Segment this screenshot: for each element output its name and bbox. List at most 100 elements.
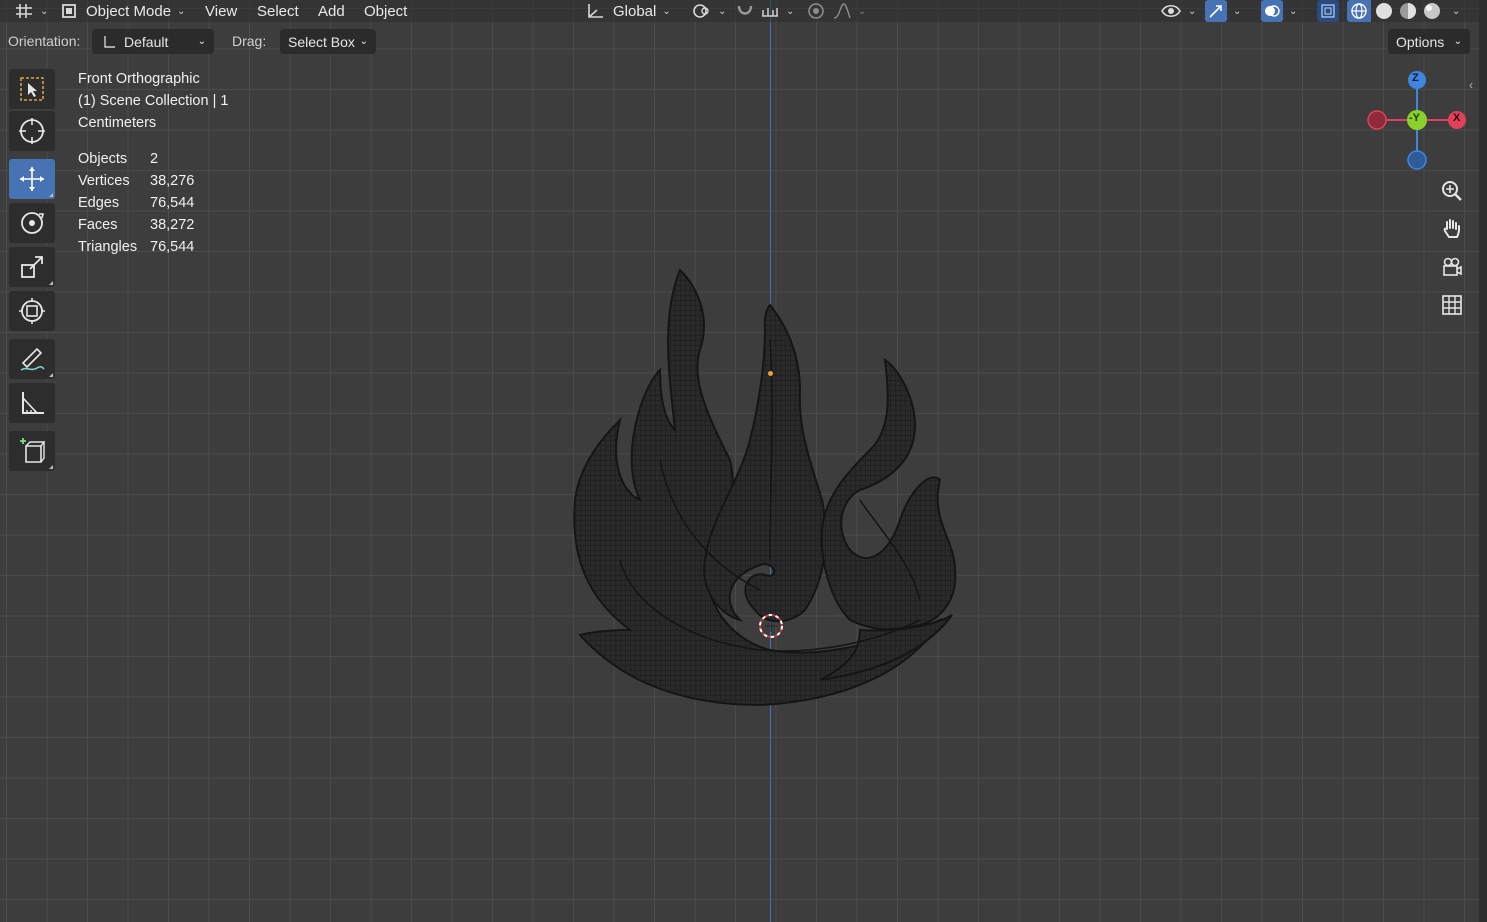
visibility-dropdown[interactable]: ⌄ [1160, 0, 1196, 22]
move-icon [20, 167, 44, 191]
flame-mesh-object[interactable] [560, 260, 970, 720]
wireframe-icon [1351, 3, 1367, 19]
navigation-buttons [1436, 175, 1468, 327]
menu-select[interactable]: Select [257, 0, 299, 22]
gizmo-y-label: -Y [1409, 112, 1420, 124]
overlay-icon [1265, 5, 1280, 17]
navigation-gizmo[interactable]: Z X -Y [1363, 68, 1473, 172]
transform-icon [19, 298, 45, 324]
pivot-icon [693, 4, 709, 18]
stat-label: Triangles [78, 239, 138, 255]
collection-label: (1) Scene Collection | 1 [78, 93, 229, 109]
mode-label: Object Mode [86, 2, 172, 20]
sidebar-edge [1479, 0, 1487, 922]
stat-row: Edges 76,544 [78, 192, 194, 214]
zoom-button[interactable] [1436, 175, 1468, 207]
stat-label: Edges [78, 195, 120, 211]
toolbar [7, 67, 57, 473]
options-label: Options [1396, 33, 1445, 50]
stat-label: Objects [78, 151, 128, 167]
grid-ortho-icon [1442, 295, 1462, 315]
origin-point [768, 371, 773, 376]
shading-rendered-button[interactable] [1421, 0, 1443, 22]
stat-row: Triangles 76,544 [78, 236, 194, 258]
tool-select-box[interactable] [9, 69, 55, 109]
magnet-icon [737, 5, 753, 15]
sidebar-toggle[interactable]: ‹ [1469, 78, 1473, 92]
cursor-icon [19, 118, 45, 144]
rotate-icon [21, 212, 45, 234]
neg-x-axis-ball [1367, 110, 1387, 130]
pivot-dropdown[interactable]: ⌄ [692, 0, 726, 22]
falloff-curve-icon [833, 3, 851, 19]
add-cube-icon [20, 438, 46, 463]
tool-transform[interactable] [9, 291, 55, 331]
orientation-settings-label: Orientation: [8, 33, 81, 49]
orientation-default-value: Default [124, 33, 169, 50]
gizmo-icon [1209, 5, 1222, 18]
units-label: Centimeters [78, 115, 157, 131]
camera-view-button[interactable] [1436, 251, 1468, 283]
viewport-header: ⌄ Object Mode ⌄ View Select Add Object G… [0, 0, 1487, 22]
snap-toggle[interactable] [735, 0, 755, 22]
pan-button[interactable] [1436, 213, 1468, 245]
scale-icon [21, 256, 43, 278]
chevron-down-icon: ⌄ [359, 36, 368, 47]
pan-hand-icon [1443, 219, 1460, 238]
proportional-edit-icon [808, 3, 824, 19]
falloff-dropdown[interactable]: ⌄ [832, 0, 866, 22]
shading-wireframe-button[interactable] [1347, 0, 1371, 22]
solid-icon [1376, 3, 1392, 19]
xray-toggle[interactable] [1317, 0, 1339, 22]
tool-cursor[interactable] [9, 111, 55, 151]
xray-icon [1321, 4, 1335, 18]
chevron-down-icon: ⌄ [197, 36, 206, 47]
orientation-default-dropdown[interactable]: Default ⌄ [92, 29, 214, 54]
measure-icon [22, 392, 44, 414]
material-icon [1400, 3, 1416, 19]
shading-solid-button[interactable] [1373, 0, 1395, 22]
tool-rotate[interactable] [9, 203, 55, 243]
stat-row: Vertices 38,276 [78, 170, 194, 192]
tool-annotate[interactable] [9, 339, 55, 379]
transform-orientation-dropdown[interactable]: Global ⌄ [585, 0, 671, 22]
options-dropdown[interactable]: Options ⌄ [1388, 29, 1470, 54]
tool-move[interactable] [9, 159, 55, 199]
menu-view[interactable]: View [205, 0, 237, 22]
shading-material-button[interactable] [1397, 0, 1419, 22]
drag-label: Drag: [232, 33, 267, 49]
gizmo-z-label: Z [1412, 72, 1419, 84]
snap-target-dropdown[interactable]: ⌄ [760, 0, 794, 22]
annotate-icon [20, 347, 45, 371]
ortho-toggle-button[interactable] [1436, 289, 1468, 321]
select-box-icon [20, 77, 44, 101]
3d-cursor-icon[interactable] [757, 612, 785, 640]
chevron-down-icon: ⌄ [1453, 36, 1462, 47]
proportional-edit-toggle[interactable] [806, 0, 826, 22]
stat-label: Vertices [78, 173, 130, 189]
tool-scale[interactable] [9, 247, 55, 287]
stat-value: 38,276 [150, 173, 195, 189]
stat-value: 76,544 [150, 239, 195, 255]
mode-dropdown[interactable]: Object Mode ⌄ [60, 0, 185, 22]
editor-type-button[interactable]: ⌄ [14, 0, 48, 22]
stat-row: Faces 38,272 [78, 214, 194, 236]
drag-select-box-dropdown[interactable]: Select Box ⌄ [280, 29, 376, 54]
stat-value: 2 [150, 151, 159, 167]
stat-value: 76,544 [150, 195, 195, 211]
stat-label: Faces [78, 217, 118, 233]
overlay-toggle[interactable]: ⌄ [1261, 0, 1297, 22]
gizmo-toggle[interactable]: ⌄ [1205, 0, 1241, 22]
menu-object[interactable]: Object [364, 0, 407, 22]
shading-options-dropdown[interactable]: ⌄ [1446, 0, 1460, 22]
gizmo-x-label: X [1453, 112, 1461, 124]
view-name: Front Orthographic [78, 71, 200, 87]
menu-add[interactable]: Add [318, 0, 345, 22]
tool-measure[interactable] [9, 383, 55, 423]
snap-increment-icon [762, 8, 778, 17]
3d-viewport[interactable] [0, 0, 1487, 922]
orientation-label: Global [613, 2, 657, 20]
tool-add-cube[interactable] [9, 431, 55, 471]
neg-z-axis-ball [1407, 150, 1427, 170]
object-mode-icon [62, 4, 76, 18]
